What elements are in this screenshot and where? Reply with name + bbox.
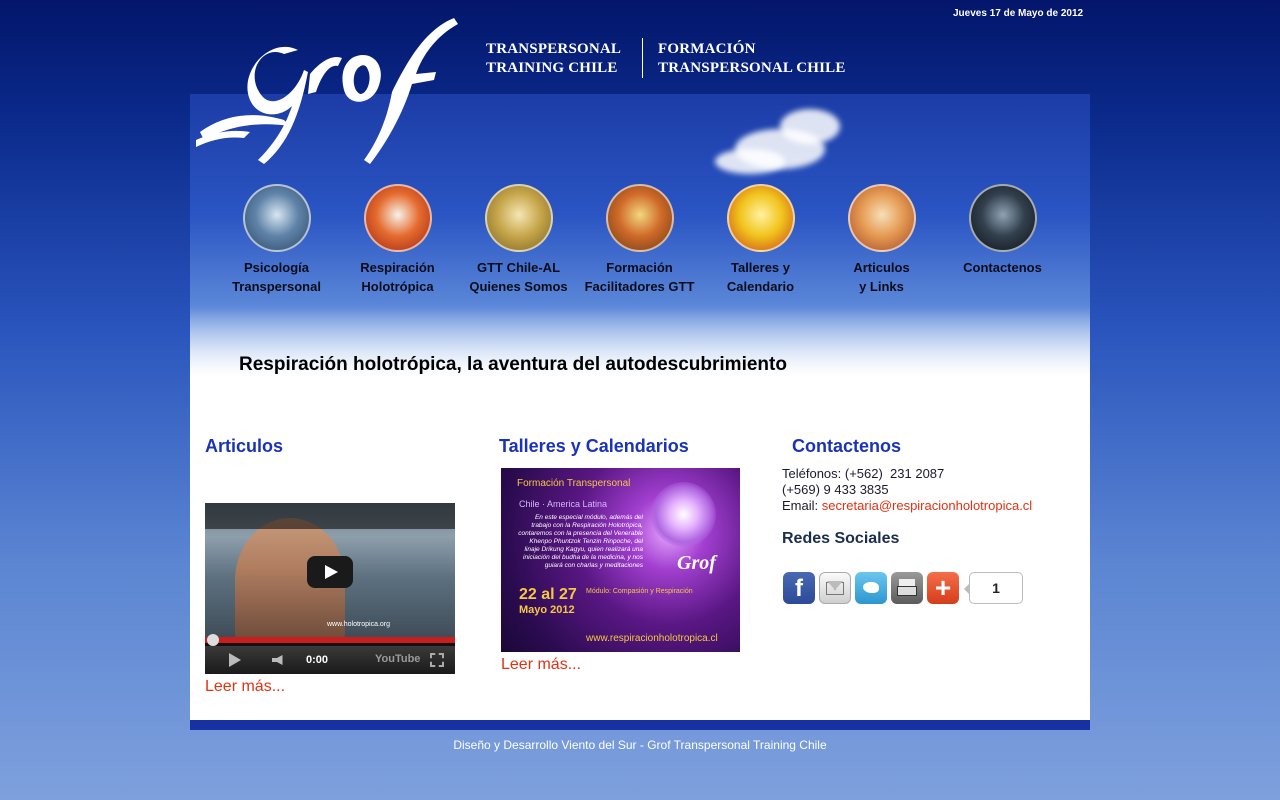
bottom-bar [190, 720, 1090, 730]
nav-label-line[interactable]: Articulos [821, 258, 942, 277]
jellyfish-icon[interactable] [968, 184, 1037, 252]
header-title-formacion: FORMACIÓN TRANSPERSONAL CHILE [658, 40, 846, 78]
nav-label-line[interactable]: GTT Chile-AL [458, 258, 579, 277]
email-line: Email: secretaria@respiracionholotropica… [782, 498, 1032, 514]
workshop-poster[interactable]: Formación Transpersonal Chile · America … [501, 468, 740, 652]
tree-of-life-icon[interactable] [726, 184, 795, 252]
phoenix-blue-icon[interactable] [242, 184, 311, 252]
contact-info: Teléfonos: (+562) 231 2087 (+569) 9 433 … [782, 466, 1032, 514]
poster-title: Formación Transpersonal [517, 478, 631, 489]
facebook-icon[interactable]: f [783, 572, 815, 604]
nav-item-5[interactable]: Talleres y Calendario [700, 184, 821, 296]
nav-item-label[interactable]: Talleres y Calendario [700, 258, 821, 296]
phone-line: Teléfonos: (+562) 231 2087 [782, 466, 945, 481]
nav-item-label[interactable]: Respiración Holotrópica [337, 258, 458, 296]
read-more-link-articulos[interactable]: Leer más... [205, 678, 285, 696]
header-title-line: TRANSPERSONAL [486, 41, 622, 57]
nav-item-3[interactable]: GTT Chile-AL Quienes Somos [458, 184, 579, 296]
phoenix-red-icon[interactable] [363, 184, 432, 252]
nav-label-line[interactable]: Psicología [216, 258, 337, 277]
poster-month: Mayo 2012 [519, 604, 575, 616]
poster-url: www.respiracionholotropica.cl [586, 633, 718, 644]
header-title-line: FORMACIÓN [658, 41, 756, 57]
header-title-line: TRANSPERSONAL CHILE [658, 60, 846, 76]
header-divider [642, 38, 643, 78]
golden-figure-icon[interactable] [484, 184, 553, 252]
nav-label-line[interactable]: Holotrópica [337, 277, 458, 296]
youtube-logo[interactable]: YouTube [375, 653, 420, 665]
nav-label-line[interactable]: Transpersonal [216, 277, 337, 296]
grof-logo[interactable] [192, 14, 462, 176]
header-date: Jueves 17 de Mayo de 2012 [953, 8, 1084, 19]
share-count: 1 [964, 572, 1023, 604]
section-title-talleres[interactable]: Talleres y Calendarios [499, 436, 689, 457]
nav-label-line[interactable]: Talleres y [700, 258, 821, 277]
video-controls: 0:00 YouTube [205, 646, 455, 674]
nav-label-line[interactable]: Respiración [337, 258, 458, 277]
cloud [715, 149, 785, 174]
nav-label-line[interactable]: Calendario [700, 277, 821, 296]
addthis-plus-icon[interactable]: + [927, 572, 959, 604]
header-title-line: TRAINING CHILE [486, 60, 618, 76]
poster-description: En este especial módulo, además del trab… [518, 514, 643, 569]
email-label: Email: [782, 498, 822, 513]
main-content: Articulos Talleres y Calendarios Contact… [190, 378, 1090, 720]
nav-item-2[interactable]: Respiración Holotrópica [337, 184, 458, 296]
video-time: 0:00 [306, 654, 329, 666]
nav-item-7[interactable]: Contactenos [942, 184, 1063, 277]
firebird-icon[interactable] [605, 184, 674, 252]
nav-label-line[interactable]: Facilitadores GTT [579, 277, 700, 296]
video-scrubber-knob[interactable] [207, 634, 219, 646]
email-icon[interactable] [819, 572, 851, 604]
social-title: Redes Sociales [782, 530, 900, 547]
video-title-bar [205, 503, 455, 529]
nav-label-line[interactable]: Formación [579, 258, 700, 277]
poster-grof-logo: Grof [677, 552, 716, 574]
poster-dates: 22 al 27 [519, 586, 577, 603]
twitter-icon[interactable] [855, 572, 887, 604]
nav-item-label[interactable]: Articulos y Links [821, 258, 942, 296]
video-play-button[interactable] [307, 556, 353, 588]
fullscreen-icon[interactable] [430, 653, 444, 667]
section-title-contactenos[interactable]: Contactenos [792, 436, 901, 457]
section-title-articulos[interactable]: Articulos [205, 436, 283, 457]
video-progress-bar[interactable] [205, 637, 455, 643]
nav-item-label[interactable]: Formación Facilitadores GTT [579, 258, 700, 296]
volume-icon[interactable] [272, 655, 283, 665]
poster-subtitle: Chile · America Latina [519, 499, 608, 509]
youtube-video-player[interactable]: www.holotropica.org 0:00 YouTube [205, 503, 455, 674]
play-icon[interactable] [229, 653, 241, 667]
nav-label-line[interactable]: y Links [821, 277, 942, 296]
email-link[interactable]: secretaria@respiracionholotropica.cl [822, 498, 1032, 513]
poster-module: Módulo: Compasión y Respiración [586, 588, 693, 595]
video-watermark: www.holotropica.org [327, 621, 391, 628]
nav-item-label[interactable]: Contactenos [942, 258, 1063, 277]
read-more-link-talleres[interactable]: Leer más... [501, 656, 581, 674]
sea-horse-icon[interactable] [847, 184, 916, 252]
nav-label-line[interactable]: Contactenos [942, 258, 1063, 277]
nav-label-line[interactable]: Quienes Somos [458, 277, 579, 296]
nav-item-label[interactable]: Psicología Transpersonal [216, 258, 337, 296]
nav-item-4[interactable]: Formación Facilitadores GTT [579, 184, 700, 296]
cloud [780, 109, 840, 144]
phone-line-mobile: (+569) 9 433 3835 [782, 482, 889, 497]
nav-item-label[interactable]: GTT Chile-AL Quienes Somos [458, 258, 579, 296]
banner-heading: Respiración holotrópica, la aventura del… [239, 354, 787, 375]
footer-credits: Diseño y Desarrollo Viento del Sur - Gro… [453, 738, 827, 752]
nav-item-6[interactable]: Articulos y Links [821, 184, 942, 296]
print-icon[interactable] [891, 572, 923, 604]
nav-item-1[interactable]: Psicología Transpersonal [216, 184, 337, 296]
mandala-orb-image [651, 482, 716, 547]
header-title-training: TRANSPERSONAL TRAINING CHILE [486, 40, 621, 78]
